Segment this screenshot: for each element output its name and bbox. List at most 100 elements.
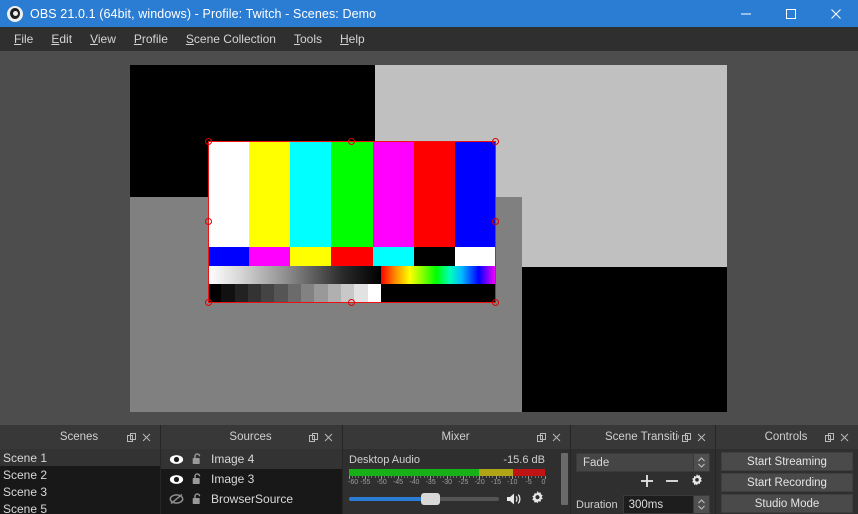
meter-tick-label: -15 xyxy=(491,479,501,486)
meter-minor-tick xyxy=(499,476,500,478)
source-list-item[interactable]: BrowserSource xyxy=(161,489,342,509)
meter-minor-tick xyxy=(362,476,363,478)
scene-list-item[interactable]: Scene 5 xyxy=(0,500,160,514)
duration-stepper-icon[interactable] xyxy=(693,496,709,513)
meter-minor-tick xyxy=(355,476,356,478)
controls-body: Start Streaming Start Recording Studio M… xyxy=(716,449,858,514)
menu-file[interactable]: File xyxy=(5,29,42,49)
start-recording-button[interactable]: Start Recording xyxy=(721,473,853,492)
sources-list[interactable]: Image 4 Image 3 xyxy=(161,449,342,514)
gear-icon[interactable] xyxy=(690,474,704,493)
meter-minor-tick xyxy=(476,476,477,478)
eye-visible-icon[interactable] xyxy=(169,454,184,465)
scene-list-item[interactable]: Scene 2 xyxy=(0,466,160,483)
volume-slider[interactable] xyxy=(349,492,499,506)
menu-view-accel: V xyxy=(90,32,98,46)
eye-visible-icon[interactable] xyxy=(169,474,184,485)
transition-actions xyxy=(576,472,710,494)
transitions-dock-label: Scene Transitions xyxy=(571,431,679,443)
studio-mode-button[interactable]: Studio Mode xyxy=(721,494,853,513)
meter-minor-tick xyxy=(443,476,444,478)
bar-blue xyxy=(455,141,496,247)
plus-icon[interactable] xyxy=(640,474,654,493)
color-bars-mid-row xyxy=(208,247,496,266)
float-icon[interactable] xyxy=(822,429,837,445)
meter-minor-tick xyxy=(460,476,461,478)
meter-minor-tick xyxy=(388,476,389,478)
meter-minor-tick xyxy=(525,476,526,478)
meter-minor-tick xyxy=(489,476,490,478)
meter-minor-tick xyxy=(450,476,451,478)
menu-profile[interactable]: Profile xyxy=(125,29,177,49)
close-icon[interactable] xyxy=(321,429,336,445)
bar-yellow xyxy=(249,141,290,247)
minimize-icon[interactable] xyxy=(723,0,768,27)
bar-white xyxy=(208,141,249,247)
source-list-item[interactable]: Image 4 xyxy=(161,449,342,469)
meter-minor-tick xyxy=(378,476,379,478)
duration-input[interactable]: 300ms xyxy=(623,495,710,514)
menu-scene-collection[interactable]: Scene Collection xyxy=(177,29,285,49)
maximize-icon[interactable] xyxy=(768,0,813,27)
preview-area[interactable] xyxy=(0,51,858,425)
scene-list-item[interactable]: Scene 1 xyxy=(0,449,160,466)
meter-minor-tick xyxy=(502,476,503,478)
menu-help-label: elp xyxy=(349,32,365,46)
start-streaming-button[interactable]: Start Streaming xyxy=(721,452,853,471)
meter-tick-label: -40 xyxy=(409,479,419,486)
transition-select[interactable]: Fade xyxy=(576,453,710,472)
eye-hidden-icon[interactable] xyxy=(169,493,184,505)
meter-db-scale: -60-55-50-45-40-35-30-25-20-15-10-50 xyxy=(349,476,545,488)
meter-minor-tick xyxy=(492,476,493,478)
source-color-bars[interactable] xyxy=(208,141,496,303)
menu-view[interactable]: View xyxy=(81,29,125,49)
float-icon[interactable] xyxy=(124,429,139,445)
chevron-updown-icon[interactable] xyxy=(693,454,709,471)
scenes-list[interactable]: Scene 1 Scene 2 Scene 3 Scene 5 xyxy=(0,449,160,514)
meter-tick-label: -30 xyxy=(442,479,452,486)
duration-value: 300ms xyxy=(624,499,693,511)
close-icon[interactable] xyxy=(549,429,564,445)
gear-icon[interactable] xyxy=(530,491,545,506)
lock-open-icon[interactable] xyxy=(190,493,205,505)
volume-slider-knob[interactable] xyxy=(421,493,440,505)
meter-minor-tick xyxy=(531,476,532,478)
color-bars-steps-row xyxy=(208,284,496,303)
meter-yellow-zone xyxy=(479,469,512,476)
lock-open-icon[interactable] xyxy=(190,473,205,485)
preview-canvas[interactable] xyxy=(130,65,727,412)
meter-tick-label: -20 xyxy=(475,479,485,486)
scene-list-item[interactable]: Scene 3 xyxy=(0,483,160,500)
meter-minor-tick xyxy=(518,476,519,478)
meter-tick-label: -5 xyxy=(526,479,532,486)
close-icon[interactable] xyxy=(694,429,709,445)
float-icon[interactable] xyxy=(679,429,694,445)
scene-transitions-dock: Scene Transitions Fade xyxy=(571,425,716,514)
source-black-rect-bottom[interactable] xyxy=(522,267,727,412)
mixer-scrollbar[interactable] xyxy=(561,453,568,505)
lock-open-icon[interactable] xyxy=(190,453,205,465)
scenes-dock-label: Scenes xyxy=(0,431,124,443)
menu-edit[interactable]: Edit xyxy=(42,29,81,49)
meter-minor-tick xyxy=(384,476,385,478)
menu-help[interactable]: Help xyxy=(331,29,374,49)
obs-logo-icon xyxy=(7,6,23,22)
meter-green-zone xyxy=(349,469,479,476)
meter-tick-label: -50 xyxy=(377,479,387,486)
float-icon[interactable] xyxy=(534,429,549,445)
meter-minor-tick xyxy=(404,476,405,478)
menu-tools[interactable]: Tools xyxy=(285,29,331,49)
meter-minor-tick xyxy=(456,476,457,478)
float-icon[interactable] xyxy=(306,429,321,445)
meter-tick-label: -45 xyxy=(393,479,403,486)
midbar-blue xyxy=(208,247,249,266)
meter-tick-label: -55 xyxy=(360,479,370,486)
minus-icon[interactable] xyxy=(665,474,679,493)
close-icon[interactable] xyxy=(813,0,858,27)
source-list-item[interactable]: Image 3 xyxy=(161,469,342,489)
meter-minor-tick xyxy=(473,476,474,478)
speaker-icon[interactable] xyxy=(506,492,523,506)
close-icon[interactable] xyxy=(139,429,154,445)
meter-minor-tick xyxy=(424,476,425,478)
close-icon[interactable] xyxy=(837,429,852,445)
